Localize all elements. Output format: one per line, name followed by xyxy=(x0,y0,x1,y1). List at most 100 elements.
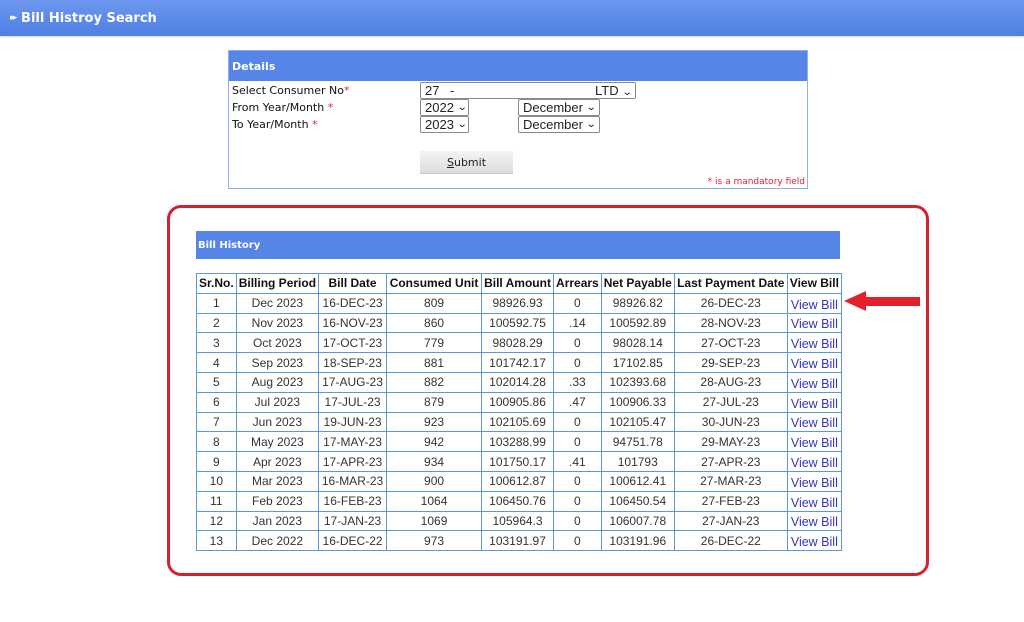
arrow-left-icon xyxy=(844,291,920,311)
cell-billing-period: May 2023 xyxy=(235,431,320,453)
table-row: 6 Jul 2023 17-JUL-23 879 100905.86.47 100906.… xyxy=(196,391,842,413)
mandatory-field-note: * is a mandatory field xyxy=(707,177,805,187)
to-year-select[interactable]: 2023 ⌄ xyxy=(420,116,469,133)
cell-net-payable: 101793 xyxy=(600,451,675,472)
cell-bill-date: 17-APR-23 xyxy=(318,451,388,472)
view-bill-link[interactable]: View Bill xyxy=(786,332,842,354)
required-asterisk: * xyxy=(327,101,334,114)
submit-accesskey: S xyxy=(446,155,454,169)
column-header-view-bill: View Bill xyxy=(786,273,842,294)
view-bill-link[interactable]: View Bill xyxy=(786,411,842,433)
cell-arrears: 0 xyxy=(553,332,602,354)
cell-billing-period: Jun 2023 xyxy=(235,411,320,433)
cell-net-payable: 100612.41 xyxy=(600,470,675,492)
to-month-select[interactable]: December ⌄ xyxy=(518,116,600,133)
chevron-down-icon: ⌄ xyxy=(585,102,597,113)
cell-bill-amount: 101742.17 xyxy=(481,352,555,373)
cell-billing-period: Dec 2022 xyxy=(235,530,320,552)
cell-arrears: 0 xyxy=(553,292,602,314)
submit-button[interactable]: Submit xyxy=(420,151,513,174)
view-bill-link[interactable]: View Bill xyxy=(786,510,842,532)
bill-history-title: Bill History xyxy=(196,231,840,259)
consumer-no-select[interactable]: 27 - LTD ⌄ xyxy=(420,82,636,99)
submit-label: ubmit xyxy=(453,155,487,169)
cell-arrears: 0 xyxy=(553,530,602,552)
cell-net-payable: 98028.14 xyxy=(600,332,675,354)
table-row: 10 Mar 2023 16-MAR-23 900 100612.87 0 100612.4… xyxy=(196,470,842,492)
cell-net-payable: 17102.85 xyxy=(600,352,675,373)
from-month-select[interactable]: December ⌄ xyxy=(518,99,600,116)
consumer-no-separator: - xyxy=(450,83,455,98)
cell-bill-amount: 100592.75 xyxy=(481,312,555,334)
table-row: 12 Jan 2023 17-JAN-23 1069 105964.3 0 106007.7… xyxy=(196,510,842,532)
cell-net-payable: 98926.82 xyxy=(600,292,675,314)
consumer-no-value: 27 xyxy=(425,83,440,98)
cell-sr-no: 7 xyxy=(196,411,237,433)
to-year-value: 2023 xyxy=(425,117,454,132)
cell-arrears: 0 xyxy=(553,352,602,373)
cell-last-payment-date: 29-SEP-23 xyxy=(673,352,788,373)
cell-arrears: .47 xyxy=(553,391,602,413)
column-header-bill-date: Bill Date xyxy=(318,273,388,294)
cell-last-payment-date: 29-MAY-23 xyxy=(673,431,788,453)
chevron-down-icon: ⌄ xyxy=(621,87,633,98)
cell-sr-no: 10 xyxy=(196,470,237,492)
view-bill-link[interactable]: View Bill xyxy=(786,292,842,314)
table-row: 11 Feb 2023 16-FEB-23 1064 106450.76 0 106450.… xyxy=(196,490,842,512)
cell-last-payment-date: 27-FEB-23 xyxy=(673,490,788,512)
table-row: 1 Dec 2023 16-DEC-23 809 98926.93 0 98926.82 26… xyxy=(196,292,842,314)
cell-arrears: 0 xyxy=(553,411,602,433)
cell-last-payment-date: 26-DEC-22 xyxy=(673,530,788,552)
cell-consumed-unit: 860 xyxy=(386,312,483,334)
cell-bill-date: 16-FEB-23 xyxy=(318,490,388,512)
view-bill-link[interactable]: View Bill xyxy=(786,371,842,393)
view-bill-link[interactable]: View Bill xyxy=(786,530,842,552)
page-header: ▸▸ Bill Histroy Search xyxy=(0,0,1024,36)
cell-arrears: 0 xyxy=(553,490,602,512)
table-row: 2 Nov 2023 16-NOV-23 860 100592.75.14 100592.… xyxy=(196,312,842,334)
cell-arrears: 0 xyxy=(553,431,602,453)
table-row: 7 Jun 2023 19-JUN-23 923 102105.69 0 102105.47… xyxy=(196,411,842,433)
cell-sr-no: 11 xyxy=(196,490,237,512)
view-bill-link[interactable]: View Bill xyxy=(786,391,842,413)
consumer-no-label: Select Consumer No* xyxy=(232,84,349,97)
column-header-billing-period: Billing Period xyxy=(235,273,320,294)
cell-last-payment-date: 26-DEC-23 xyxy=(673,292,788,314)
cell-last-payment-date: 27-MAR-23 xyxy=(673,470,788,492)
cell-last-payment-date: 28-NOV-23 xyxy=(673,312,788,334)
view-bill-link[interactable]: View Bill xyxy=(786,470,842,492)
table-row: 13 Dec 2022 16-DEC-22 973 103191.97 0 103191.9… xyxy=(196,530,842,552)
cell-billing-period: Dec 2023 xyxy=(235,292,320,314)
column-header-last-payment-date: Last Payment Date xyxy=(673,273,788,294)
cell-net-payable: 100592.89 xyxy=(600,312,675,334)
cell-sr-no: 3 xyxy=(196,332,237,354)
cell-billing-period: Jan 2023 xyxy=(235,510,320,532)
cell-bill-date: 17-JUL-23 xyxy=(318,391,388,413)
view-bill-link[interactable]: View Bill xyxy=(786,431,842,453)
cell-bill-amount: 100905.86 xyxy=(481,391,555,413)
cell-billing-period: Nov 2023 xyxy=(235,312,320,334)
cell-sr-no: 4 xyxy=(196,352,237,373)
cell-consumed-unit: 881 xyxy=(386,352,483,373)
details-panel: Details Select Consumer No* From Year/Mo… xyxy=(228,50,808,189)
cell-net-payable: 106450.54 xyxy=(600,490,675,512)
cell-billing-period: Jul 2023 xyxy=(235,391,320,413)
cell-net-payable: 106007.78 xyxy=(600,510,675,532)
cell-bill-amount: 106450.76 xyxy=(481,490,555,512)
cell-bill-amount: 105964.3 xyxy=(481,510,555,532)
cell-bill-amount: 98028.29 xyxy=(481,332,555,354)
chevron-down-icon: ⌄ xyxy=(585,119,597,130)
cell-bill-date: 16-MAR-23 xyxy=(318,470,388,492)
view-bill-link[interactable]: View Bill xyxy=(786,312,842,334)
cell-arrears: 0 xyxy=(553,510,602,532)
view-bill-link[interactable]: View Bill xyxy=(786,490,842,512)
from-year-month-label: From Year/Month * xyxy=(232,101,333,114)
column-header-bill-amount: Bill Amount xyxy=(481,273,555,294)
cell-net-payable: 102393.68 xyxy=(600,371,675,393)
cell-sr-no: 5 xyxy=(196,371,237,393)
from-year-select[interactable]: 2022 ⌄ xyxy=(420,99,469,116)
view-bill-link[interactable]: View Bill xyxy=(786,352,842,373)
cell-arrears: 0 xyxy=(553,470,602,492)
view-bill-link[interactable]: View Bill xyxy=(786,451,842,472)
cell-last-payment-date: 27-OCT-23 xyxy=(673,332,788,354)
